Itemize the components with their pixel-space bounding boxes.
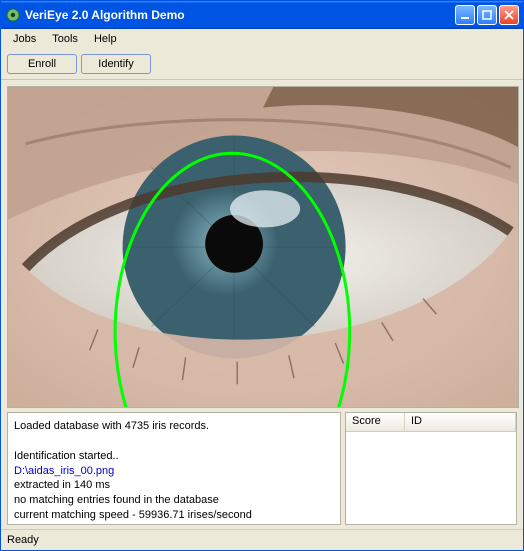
results-header: Score ID [346, 413, 516, 432]
log-line: extracted in 140 ms [14, 478, 334, 493]
image-panel [1, 80, 523, 412]
log-line: Identification finished. [14, 523, 334, 525]
iris-image-container [7, 86, 519, 408]
results-body [346, 432, 516, 524]
minimize-button[interactable] [455, 5, 475, 25]
maximize-button[interactable] [477, 5, 497, 25]
menubar: Jobs Tools Help [1, 29, 523, 49]
iris-photo [8, 87, 518, 407]
log-panel[interactable]: Loaded database with 4735 iris records. … [7, 412, 341, 525]
app-window: VeriEye 2.0 Algorithm Demo Jobs Tools He… [0, 0, 524, 551]
statusbar: Ready [1, 529, 523, 550]
results-panel: Score ID [345, 412, 517, 525]
bottom-panels: Loaded database with 4735 iris records. … [1, 412, 523, 529]
log-line: current matching speed - 59936.71 irises… [14, 508, 334, 523]
window-buttons [455, 5, 519, 25]
window-title: VeriEye 2.0 Algorithm Demo [25, 8, 455, 22]
log-line[interactable]: D:\aidas_iris_00.png [14, 464, 334, 479]
log-line: Loaded database with 4735 iris records. [14, 419, 334, 434]
app-icon [5, 7, 21, 23]
toolbar: Enroll Identify [1, 49, 523, 80]
menu-tools[interactable]: Tools [44, 31, 86, 47]
titlebar: VeriEye 2.0 Algorithm Demo [1, 1, 523, 29]
log-line: Identification started.. [14, 449, 334, 464]
menu-help[interactable]: Help [86, 31, 125, 47]
status-text: Ready [7, 534, 39, 546]
log-line [14, 434, 334, 449]
enroll-button[interactable]: Enroll [7, 54, 77, 74]
identify-button[interactable]: Identify [81, 54, 151, 74]
close-button[interactable] [499, 5, 519, 25]
column-score[interactable]: Score [346, 413, 405, 431]
menu-jobs[interactable]: Jobs [5, 31, 44, 47]
column-id[interactable]: ID [405, 413, 516, 431]
log-line: no matching entries found in the databas… [14, 493, 334, 508]
